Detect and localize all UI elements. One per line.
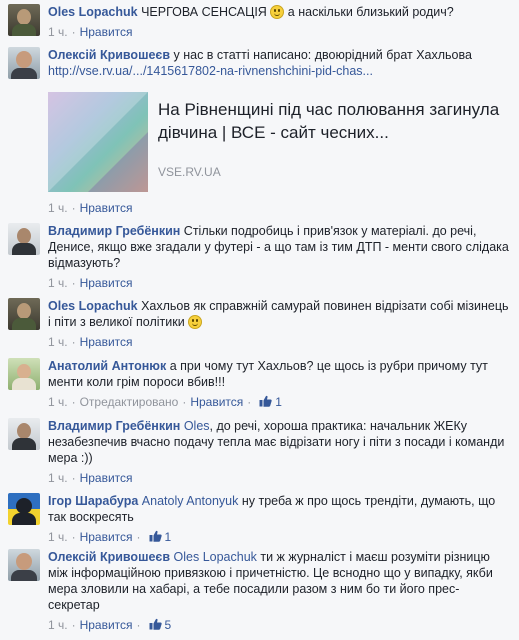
comment-meta: 1 ч. · Нравится xyxy=(48,335,133,349)
comment-meta: 1 ч. · Отредактировано · Нравится · 1 xyxy=(48,395,282,409)
comment-text: Владимир Гребёнкин Стільки подробиць і п… xyxy=(48,224,509,270)
edited-label[interactable]: Отредактировано xyxy=(80,395,179,409)
comment-author[interactable]: Анатолий Антонюк xyxy=(48,359,166,373)
thumbs-up-icon xyxy=(149,618,162,630)
avatar[interactable] xyxy=(8,47,40,79)
mention-link[interactable]: Anatoly Antonyuk xyxy=(142,494,239,508)
smile-emoji-icon xyxy=(270,5,285,19)
comment-meta: 1 ч. · Нравится xyxy=(48,201,133,215)
like-link[interactable]: Нравится xyxy=(80,25,133,39)
link-preview-image[interactable] xyxy=(48,92,148,192)
avatar[interactable] xyxy=(8,298,40,330)
comment-text: Ігор Шарабура Anatoly Antonyuk ну треба … xyxy=(48,494,496,524)
timestamp[interactable]: 1 ч. xyxy=(48,276,68,290)
link-preview-domain: VSE.RV.UA xyxy=(158,165,221,179)
smile-emoji-icon xyxy=(188,315,203,329)
comment-text: Oles Lopachuk Хахльов як справжній самур… xyxy=(48,299,509,329)
comment-meta: 1 ч. · Нравится · 1 xyxy=(48,530,172,544)
comment-meta: 1 ч. · Нравится xyxy=(48,25,133,39)
comment-text: Анатолий Антонюк а при чому тут Хахльов?… xyxy=(48,359,488,389)
avatar[interactable] xyxy=(8,549,40,581)
like-count[interactable]: 1 xyxy=(165,530,172,544)
like-link[interactable]: Нравится xyxy=(80,530,133,544)
like-link[interactable]: Нравится xyxy=(80,618,133,632)
like-link[interactable]: Нравится xyxy=(80,201,133,215)
comment-text: Олексій Кривошеєв у нас в статті написан… xyxy=(48,48,472,62)
avatar[interactable] xyxy=(8,493,40,525)
timestamp[interactable]: 1 ч. xyxy=(48,530,68,544)
comment-meta: 1 ч. · Нравится · 5 xyxy=(48,618,172,632)
comment-author[interactable]: Ігор Шарабура xyxy=(48,494,138,508)
comment-text: Oles Lopachuk ЧЕРГОВА СЕНСАЦІЯ а наскіль… xyxy=(48,5,454,19)
avatar[interactable] xyxy=(8,223,40,255)
avatar[interactable] xyxy=(8,358,40,390)
like-count[interactable]: 5 xyxy=(165,618,172,632)
link-preview-title[interactable]: На Рівненщині під час полювання загинула… xyxy=(158,98,503,144)
comment-author[interactable]: Владимир Гребёнкин xyxy=(48,224,180,238)
timestamp[interactable]: 1 ч. xyxy=(48,201,68,215)
comment-author[interactable]: Oles Lopachuk xyxy=(48,299,138,313)
comment-text: Владимир Гребёнкин Oles, до речі, хороша… xyxy=(48,419,505,465)
like-link[interactable]: Нравится xyxy=(80,276,133,290)
thumbs-up-icon xyxy=(149,530,162,542)
comment-link[interactable]: http://vse.rv.ua/.../1415617802-na-rivne… xyxy=(48,63,510,79)
timestamp[interactable]: 1 ч. xyxy=(48,335,68,349)
comment-author[interactable]: Oles Lopachuk xyxy=(48,5,138,19)
mention-link[interactable]: Oles xyxy=(184,419,210,433)
thumbs-up-icon xyxy=(259,395,272,407)
like-count[interactable]: 1 xyxy=(275,395,282,409)
comment-author[interactable]: Владимир Гребёнкин xyxy=(48,419,180,433)
avatar[interactable] xyxy=(8,4,40,36)
comment-author[interactable]: Олексій Кривошеєв xyxy=(48,48,170,62)
comment-text: Олексій Кривошеєв Oles Lopachuk ти ж жур… xyxy=(48,550,493,612)
link-preview[interactable]: На Рівненщині під час полювання загинула… xyxy=(48,84,508,196)
comment-meta: 1 ч. · Нравится xyxy=(48,276,133,290)
mention-link[interactable]: Oles Lopachuk xyxy=(174,550,257,564)
timestamp[interactable]: 1 ч. xyxy=(48,395,68,409)
like-link[interactable]: Нравится xyxy=(80,335,133,349)
timestamp[interactable]: 1 ч. xyxy=(48,618,68,632)
comment-meta: 1 ч. · Нравится xyxy=(48,471,133,485)
timestamp[interactable]: 1 ч. xyxy=(48,25,68,39)
comment-author[interactable]: Олексій Кривошеєв xyxy=(48,550,170,564)
avatar[interactable] xyxy=(8,418,40,450)
like-link[interactable]: Нравится xyxy=(190,395,243,409)
timestamp[interactable]: 1 ч. xyxy=(48,471,68,485)
like-link[interactable]: Нравится xyxy=(80,471,133,485)
